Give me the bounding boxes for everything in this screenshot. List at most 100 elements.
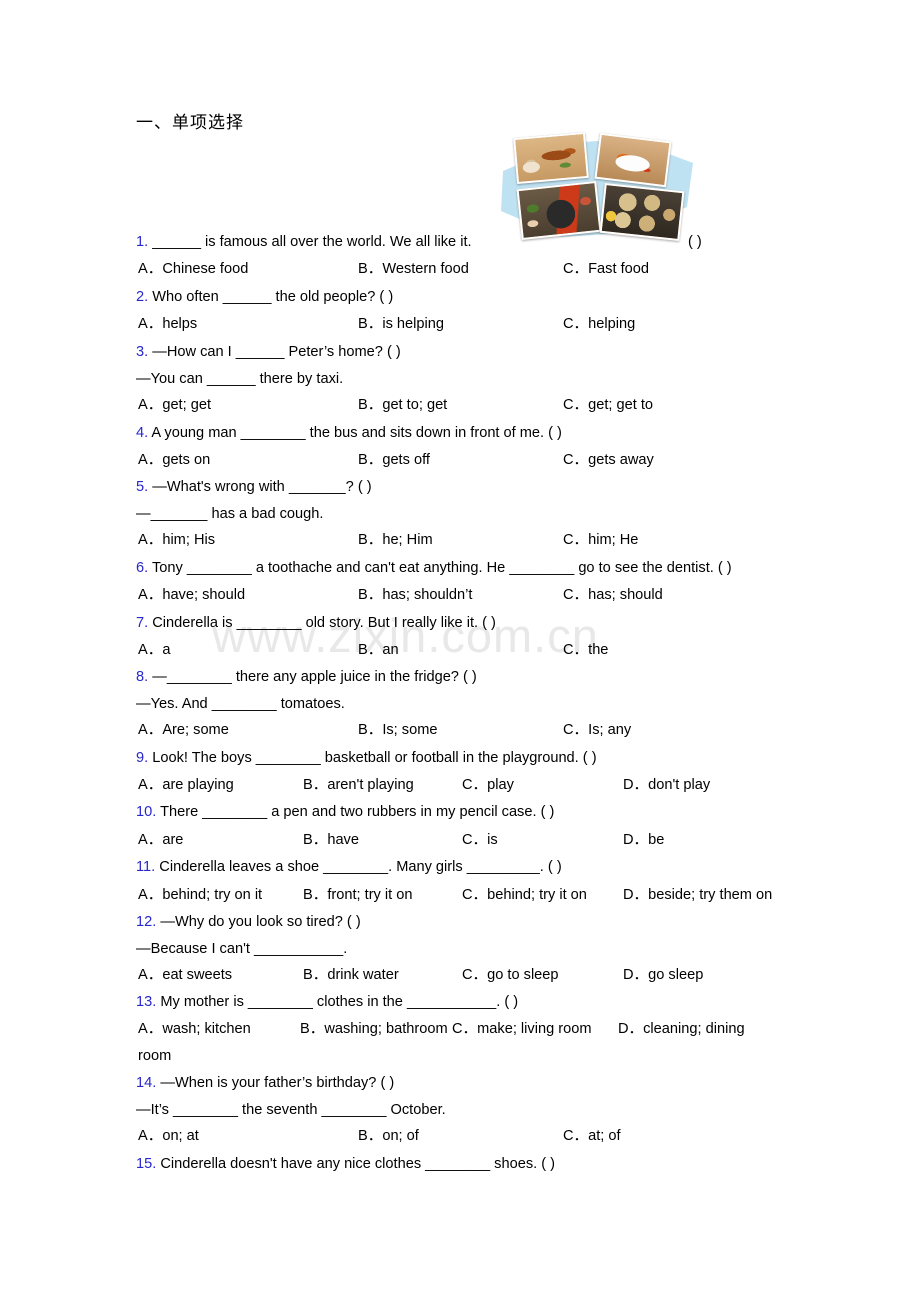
question-11-stem: 11. Cinderella leaves a shoe ________. M… [136,858,562,876]
question-text: —When is your father’s birthday? ( ) [160,1075,395,1091]
question-12-stem-line2: —Because I can't ___________. [136,941,348,957]
question-number: 10. [136,804,157,820]
question-6-option-a[interactable]: A．have; should [138,586,245,604]
question-13-option-d-wrap[interactable]: room [138,1047,171,1065]
question-2-stem: 2. Who often ______ the old people? ( ) [136,288,393,306]
question-number: 11. [136,859,156,875]
question-number: 1. [136,234,149,250]
question-8-stem: 8. —________ there any apple juice in th… [136,668,477,686]
question-text: Cinderella doesn't have any nice clothes… [160,1156,555,1172]
question-number: 4. [136,425,149,441]
question-14-stem: 14. —When is your father’s birthday? ( ) [136,1074,394,1092]
question-7-stem: 7. Cinderella is ________ old story. But… [136,614,496,632]
food-photo-sweet-sour-dish [594,132,672,188]
question-9-option-a[interactable]: A．are playing [138,776,234,794]
question-8-option-b[interactable]: B．Is; some [358,721,437,739]
question-3-option-a[interactable]: A．get; get [138,396,211,414]
question-text: Look! The boys ________ basketball or fo… [152,750,597,766]
question-4-option-b[interactable]: B．gets off [358,451,430,469]
question-6-option-c[interactable]: C．has; should [563,586,663,604]
question-11-option-c[interactable]: C．behind; try it on [462,886,587,904]
question-text: —What's wrong with _______? ( ) [152,479,372,495]
question-1-option-c[interactable]: C．Fast food [563,260,649,278]
question-11-option-b[interactable]: B．front; try it on [303,886,413,904]
question-10-option-d[interactable]: D．be [623,831,664,849]
question-text: A young man ________ the bus and sits do… [151,425,562,441]
question-7-option-c[interactable]: C．the [563,641,608,659]
question-8-stem-line2: —Yes. And ________ tomatoes. [136,696,345,712]
question-number: 9. [136,750,149,766]
question-7-option-a[interactable]: A．a [138,641,170,659]
question-5-stem: 5. —What's wrong with _______? ( ) [136,478,372,496]
question-15-stem: 15. Cinderella doesn't have any nice clo… [136,1155,555,1173]
question-12-option-b[interactable]: B．drink water [303,966,399,984]
question-4-option-c[interactable]: C．gets away [563,451,654,469]
question-11-option-a[interactable]: A．behind; try on it [138,886,262,904]
question-text: There ________ a pen and two rubbers in … [160,804,555,820]
question-10-option-c[interactable]: C．is [462,831,498,849]
question-14-option-a[interactable]: A．on; at [138,1127,199,1145]
question-text: —How can I ______ Peter’s home? ( ) [152,344,401,360]
question-text: —________ there any apple juice in the f… [152,669,477,685]
question-3-stem-line2: —You can ______ there by taxi. [136,371,344,387]
question-9-option-c[interactable]: C．play [462,776,514,794]
question-9-option-d[interactable]: D．don't play [623,776,710,794]
question-4-stem: 4. A young man ________ the bus and sits… [136,424,562,442]
question-14-option-b[interactable]: B．on; of [358,1127,419,1145]
food-photo-dim-sum [599,182,685,242]
question-number: 6. [136,560,149,576]
question-10-stem: 10. There ________ a pen and two rubbers… [136,803,554,821]
question-3-option-c[interactable]: C．get; get to [563,396,653,414]
question-2-option-c[interactable]: C．helping [563,315,635,333]
question-number: 7. [136,615,149,631]
question-10-option-b[interactable]: B．have [303,831,359,849]
question-12-option-c[interactable]: C．go to sleep [462,966,559,984]
question-3-stem: 3. —How can I ______ Peter’s home? ( ) [136,343,401,361]
question-14-stem-line2: —It’s ________ the seventh ________ Octo… [136,1102,446,1118]
question-11-option-d[interactable]: D．beside; try them on [623,886,772,904]
section-title: 一、单项选择 [136,113,244,133]
question-1-option-a[interactable]: A．Chinese food [138,260,248,278]
question-text: —Why do you look so tired? ( ) [160,914,361,930]
question-12-option-a[interactable]: A．eat sweets [138,966,232,984]
question-12-stem: 12. —Why do you look so tired? ( ) [136,913,361,931]
question-13-option-a[interactable]: A．wash; kitchen [138,1020,251,1038]
question-text: Cinderella is ________ old story. But I … [152,615,496,631]
question-3-option-b[interactable]: B．get to; get [358,396,447,414]
question-9-stem: 9. Look! The boys ________ basketball or… [136,749,597,767]
question-text: ______ is famous all over the world. We … [152,234,472,250]
question-13-option-d[interactable]: D．cleaning; dining [618,1020,745,1038]
question-number: 5. [136,479,149,495]
question-text: Who often ______ the old people? ( ) [152,289,394,305]
question-7-option-b[interactable]: B．an [358,641,399,659]
question-13-option-c[interactable]: C．make; living room [452,1020,592,1038]
question-number: 14. [136,1075,157,1091]
question-5-option-a[interactable]: A．him; His [138,531,215,549]
question-6-option-b[interactable]: B．has; shouldn’t [358,586,472,604]
document-page: www.zixin.com.cn 一、单项选择 1. ______ is fam… [0,0,920,1302]
question-6-stem: 6. Tony ________ a toothache and can't e… [136,559,732,577]
question-10-option-a[interactable]: A．are [138,831,183,849]
question-12-option-d[interactable]: D．go sleep [623,966,703,984]
question-14-option-c[interactable]: C．at; of [563,1127,621,1145]
question-1-answer-bracket[interactable]: ( ) [688,233,702,251]
question-2-option-b[interactable]: B．is helping [358,315,444,333]
question-number: 3. [136,344,149,360]
question-number: 2. [136,289,149,305]
chinese-food-photo-collage [497,131,697,242]
question-5-option-c[interactable]: C．him; He [563,531,638,549]
question-5-option-b[interactable]: B．he; Him [358,531,433,549]
question-1-option-b[interactable]: B．Western food [358,260,469,278]
question-5-stem-line2: —_______ has a bad cough. [136,506,324,522]
question-2-option-a[interactable]: A．helps [138,315,197,333]
question-number: 8. [136,669,149,685]
question-13-stem: 13. My mother is ________ clothes in the… [136,993,518,1011]
question-9-option-b[interactable]: B．aren't playing [303,776,414,794]
question-text: Cinderella leaves a shoe ________. Many … [159,859,562,875]
question-8-option-a[interactable]: A．Are; some [138,721,229,739]
question-text: My mother is ________ clothes in the ___… [160,994,519,1010]
question-8-option-c[interactable]: C．Is; any [563,721,631,739]
question-4-option-a[interactable]: A．gets on [138,451,210,469]
question-13-option-b[interactable]: B．washing; bathroom [300,1020,448,1038]
question-number: 13. [136,994,157,1010]
